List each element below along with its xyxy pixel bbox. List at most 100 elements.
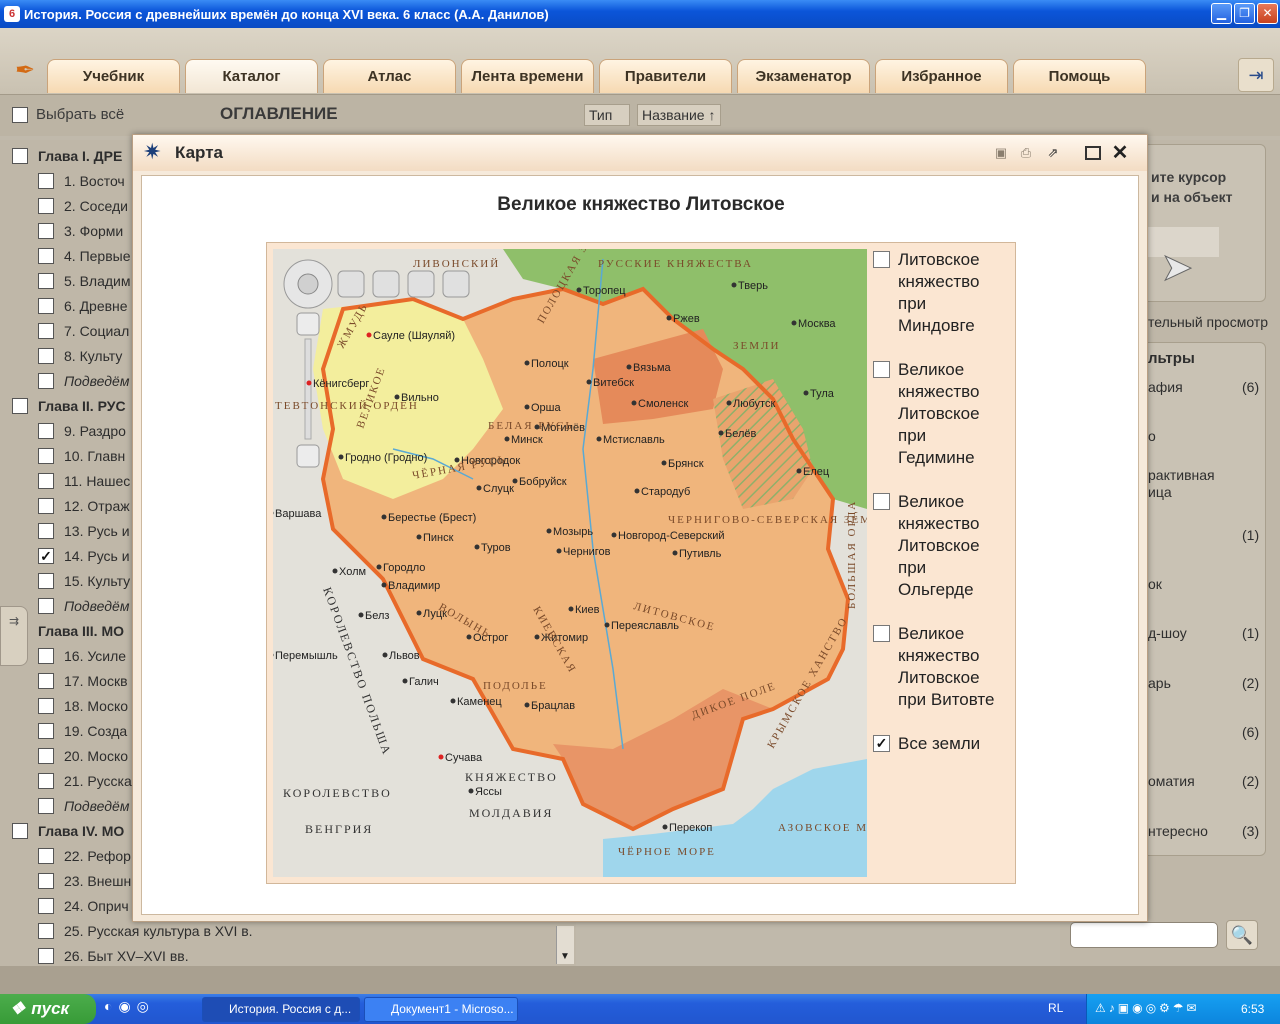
toc-item[interactable]: Подведём xyxy=(38,368,129,393)
toc-item[interactable]: 9. Раздро xyxy=(38,418,126,443)
toc-item[interactable]: 16. Усиле xyxy=(38,643,126,668)
toc-chapter[interactable]: Глава I. ДРЕ xyxy=(12,143,122,168)
tab-textbook[interactable]: Учебник xyxy=(47,59,180,93)
filter-label[interactable]: нтересно xyxy=(1148,823,1208,839)
toc-item[interactable]: 6. Древне xyxy=(38,293,128,318)
filter-label[interactable]: арь xyxy=(1148,675,1171,691)
toc-label[interactable]: 7. Социал xyxy=(64,323,129,339)
toc-checkbox[interactable] xyxy=(38,372,54,389)
layer-checkbox[interactable] xyxy=(873,625,890,642)
filter-label[interactable]: д-шоу xyxy=(1148,625,1187,641)
filter-label[interactable]: афия xyxy=(1148,379,1183,395)
move-tool-icon[interactable] xyxy=(337,270,365,298)
toc-checkbox[interactable] xyxy=(38,897,54,914)
tab-rulers[interactable]: Правители xyxy=(599,59,732,93)
toc-label[interactable]: Глава II. РУС xyxy=(38,398,126,414)
toc-checkbox[interactable] xyxy=(38,497,54,514)
minimize-button[interactable]: ▁ xyxy=(1211,3,1232,24)
toc-label[interactable]: 10. Главн xyxy=(64,448,125,464)
toc-checkbox[interactable] xyxy=(38,597,54,614)
toc-chapter[interactable]: Глава II. РУС xyxy=(12,393,126,418)
select-all-checkbox[interactable] xyxy=(12,106,28,123)
toc-label[interactable]: 12. Отраж xyxy=(64,498,130,514)
toc-item[interactable]: 13. Русь и xyxy=(38,518,130,543)
toc-checkbox[interactable] xyxy=(38,797,54,814)
filter-label[interactable]: о xyxy=(1148,428,1156,444)
layer-checkbox[interactable] xyxy=(873,361,890,378)
toc-item[interactable]: 11. Нашес xyxy=(38,468,130,493)
toc-item[interactable]: 4. Первые xyxy=(38,243,131,268)
sort-type-button[interactable]: Тип xyxy=(584,104,630,126)
toc-item[interactable]: 21. Русска xyxy=(38,768,132,793)
scroll-down-icon[interactable]: ▼ xyxy=(560,951,570,962)
toc-label[interactable]: 18. Моско xyxy=(64,698,128,714)
toc-label[interactable]: 6. Древне xyxy=(64,298,128,314)
toc-item[interactable]: 19. Созда xyxy=(38,718,127,743)
toc-label[interactable]: 3. Форми xyxy=(64,223,123,239)
toc-checkbox[interactable] xyxy=(38,697,54,714)
toc-label[interactable]: Глава III. МО xyxy=(38,623,124,639)
toc-checkbox[interactable] xyxy=(38,547,54,564)
tray-icons[interactable]: ⚠♪▣◉◎⚙☂✉ xyxy=(1095,1001,1200,1015)
toc-item[interactable]: Подведём xyxy=(38,593,129,618)
toc-item[interactable]: 10. Главн xyxy=(38,443,125,468)
sound-icon[interactable] xyxy=(442,270,470,298)
select-all[interactable]: Выбрать всё xyxy=(12,106,124,123)
toc-label[interactable]: 16. Усиле xyxy=(64,648,126,664)
toc-scrollbar[interactable]: ▼ xyxy=(556,926,574,964)
taskbar-item-history[interactable]: История. Россия с д... xyxy=(202,997,360,1022)
export-icon[interactable]: ⇗ xyxy=(1043,143,1063,163)
toc-checkbox[interactable] xyxy=(38,222,54,239)
toc-item[interactable]: 7. Социал xyxy=(38,318,129,343)
toc-checkbox[interactable] xyxy=(38,322,54,339)
maximize-button[interactable]: ❐ xyxy=(1234,3,1255,24)
save-icon[interactable]: ▣ xyxy=(991,143,1011,163)
start-button[interactable]: ❖ пуск xyxy=(0,994,96,1024)
toc-item[interactable]: 1. Восточ xyxy=(38,168,125,193)
zoom-out-tool-icon[interactable] xyxy=(407,270,435,298)
toc-checkbox[interactable] xyxy=(38,947,54,964)
tab-catalog[interactable]: Каталог xyxy=(185,59,318,93)
toc-label[interactable]: 13. Русь и xyxy=(64,523,130,539)
toc-checkbox[interactable] xyxy=(38,347,54,364)
tab-examiner[interactable]: Экзаменатор xyxy=(737,59,870,93)
map-layer-option[interactable]: Все земли xyxy=(873,733,980,755)
language-indicator[interactable]: RL xyxy=(1048,1001,1063,1015)
toc-label[interactable]: 1. Восточ xyxy=(64,173,125,189)
toc-label[interactable]: 25. Русская культура в XVI в. xyxy=(64,923,253,939)
filter-label[interactable]: ица xyxy=(1148,484,1172,500)
tab-favorites[interactable]: Избранное xyxy=(875,59,1008,93)
toc-checkbox[interactable] xyxy=(38,522,54,539)
toc-label[interactable]: 2. Соседи xyxy=(64,198,128,214)
toc-label[interactable]: Глава I. ДРЕ xyxy=(38,148,122,164)
exit-button[interactable]: ⇥ xyxy=(1238,58,1274,92)
toc-item[interactable]: 18. Моско xyxy=(38,693,128,718)
toc-label[interactable]: 14. Русь и xyxy=(64,548,130,564)
toc-checkbox[interactable] xyxy=(38,647,54,664)
toc-checkbox[interactable] xyxy=(12,147,28,164)
toc-item[interactable]: 12. Отраж xyxy=(38,493,130,518)
toc-checkbox[interactable] xyxy=(38,472,54,489)
toc-label[interactable]: 21. Русска xyxy=(64,773,132,789)
toc-checkbox[interactable] xyxy=(38,872,54,889)
maximize-modal-button[interactable] xyxy=(1085,146,1101,160)
close-modal-button[interactable]: ✕ xyxy=(1110,143,1130,163)
toc-label[interactable]: 8. Культу xyxy=(64,348,122,364)
toc-checkbox[interactable] xyxy=(38,172,54,189)
toc-checkbox[interactable] xyxy=(38,747,54,764)
zoom-minus-button[interactable] xyxy=(296,444,320,468)
filter-label[interactable]: ок xyxy=(1148,576,1162,592)
toc-checkbox[interactable] xyxy=(12,822,28,839)
toc-item[interactable]: 8. Культу xyxy=(38,343,122,368)
map-layer-option[interactable]: Великое княжество Литовское при Гедимине xyxy=(873,359,980,469)
toc-checkbox[interactable] xyxy=(38,297,54,314)
zoom-slider[interactable] xyxy=(304,338,312,440)
side-panel-toggle[interactable]: ⇉ xyxy=(0,606,28,666)
toc-label[interactable]: 5. Владим xyxy=(64,273,130,289)
toc-label[interactable]: 22. Рефор xyxy=(64,848,131,864)
toc-label[interactable]: Подведём xyxy=(64,373,129,389)
toc-label[interactable]: Подведём xyxy=(64,598,129,614)
print-icon[interactable]: ⎙ xyxy=(1016,143,1036,163)
toc-checkbox[interactable] xyxy=(38,447,54,464)
zoom-plus-button[interactable] xyxy=(296,312,320,336)
